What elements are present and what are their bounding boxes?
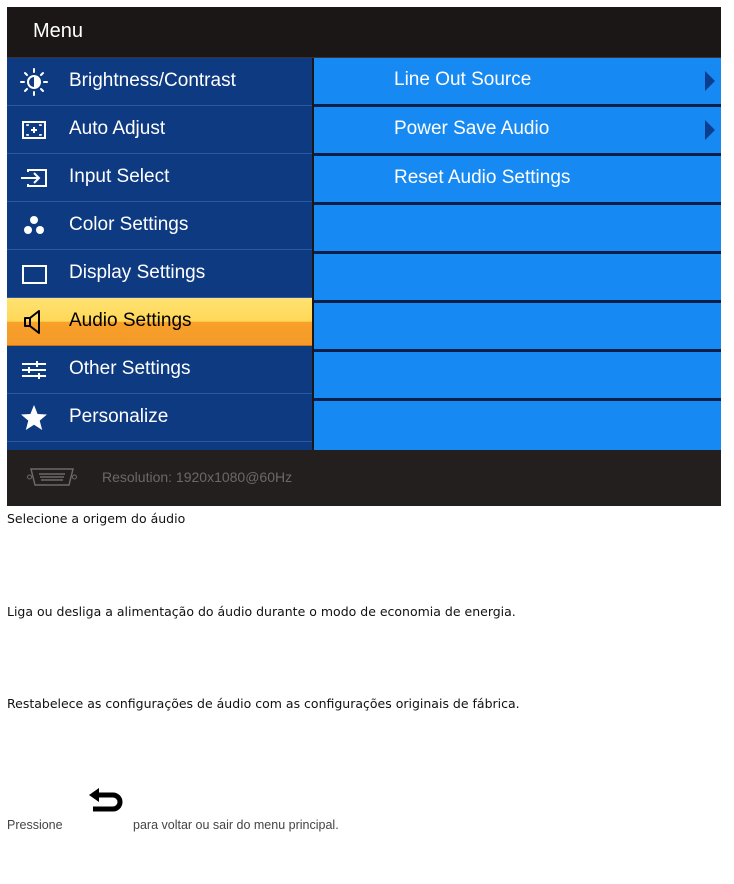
resolution-readout: Resolution: 1920x1080@60Hz [102, 469, 293, 485]
submenu-item-label: Power Save Audio [394, 118, 550, 139]
description-line-out-source: Selecione a origem do áudio [7, 511, 186, 526]
color-settings-icon [24, 216, 44, 234]
menu-item-personalize[interactable]: Personalize [7, 394, 312, 442]
description-reset-audio: Restabelece as configurações de áudio co… [7, 696, 520, 711]
submenu-item-empty [314, 401, 721, 450]
arrow-right-icon [705, 120, 715, 140]
submenu-item-empty [314, 352, 721, 398]
menu-item-label: Auto Adjust [69, 118, 166, 139]
menu-item-label: Display Settings [69, 262, 206, 283]
input-select-icon [21, 169, 47, 187]
back-instruction-suffix: para voltar ou sair do menu principal. [133, 818, 339, 832]
menu-item-input-select[interactable]: Input Select [7, 154, 312, 202]
audio-submenu-list: Line Out Source Power Save Audio Reset A… [314, 58, 721, 450]
monitor-osd-menu: Menu Brightness/Contrast Auto Adjust Inp… [7, 7, 721, 506]
arrow-right-icon [705, 71, 715, 91]
menu-item-label: Color Settings [69, 214, 189, 235]
osd-title-bar: Menu [7, 7, 721, 58]
submenu-item-empty [314, 205, 721, 251]
menu-item-label: Audio Settings [69, 310, 192, 331]
submenu-item-power-save-audio[interactable]: Power Save Audio [314, 107, 721, 153]
sliders-icon [22, 361, 46, 379]
menu-item-audio-settings[interactable]: Audio Settings [7, 298, 312, 346]
menu-item-label: Brightness/Contrast [69, 70, 236, 91]
back-instruction-prefix: Pressione [7, 818, 63, 832]
auto-adjust-icon [22, 121, 46, 139]
vga-connector-icon [27, 468, 77, 486]
osd-status-bar: Resolution: 1920x1080@60Hz [7, 450, 721, 506]
back-instruction: Pressione para voltar ou sair do menu pr… [7, 788, 339, 832]
menu-item-brightness-contrast[interactable]: Brightness/Contrast [7, 58, 312, 106]
menu-item-color-settings[interactable]: Color Settings [7, 202, 312, 250]
menu-item-label: Personalize [69, 406, 169, 427]
speaker-icon [24, 310, 40, 334]
brightness-icon [20, 68, 48, 96]
display-settings-icon [22, 265, 47, 284]
description-power-save-audio: Liga ou desliga a alimentação do áudio d… [7, 604, 516, 619]
submenu-item-line-out-source[interactable]: Line Out Source [314, 58, 721, 104]
menu-item-other-settings[interactable]: Other Settings [7, 346, 312, 394]
submenu-item-empty [314, 254, 721, 300]
submenu-item-label: Line Out Source [394, 69, 532, 90]
submenu-item-empty [314, 303, 721, 349]
back-arrow-icon [89, 788, 123, 812]
menu-item-display-settings[interactable]: Display Settings [7, 250, 312, 298]
menu-item-label: Other Settings [69, 358, 191, 379]
star-icon [21, 405, 47, 430]
submenu-item-reset-audio-settings[interactable]: Reset Audio Settings [314, 156, 721, 202]
menu-item-auto-adjust[interactable]: Auto Adjust [7, 106, 312, 154]
menu-item-label: Input Select [69, 166, 170, 187]
submenu-item-label: Reset Audio Settings [394, 167, 571, 188]
main-menu-list: Brightness/Contrast Auto Adjust Input Se… [7, 58, 312, 450]
osd-title: Menu [33, 20, 84, 42]
